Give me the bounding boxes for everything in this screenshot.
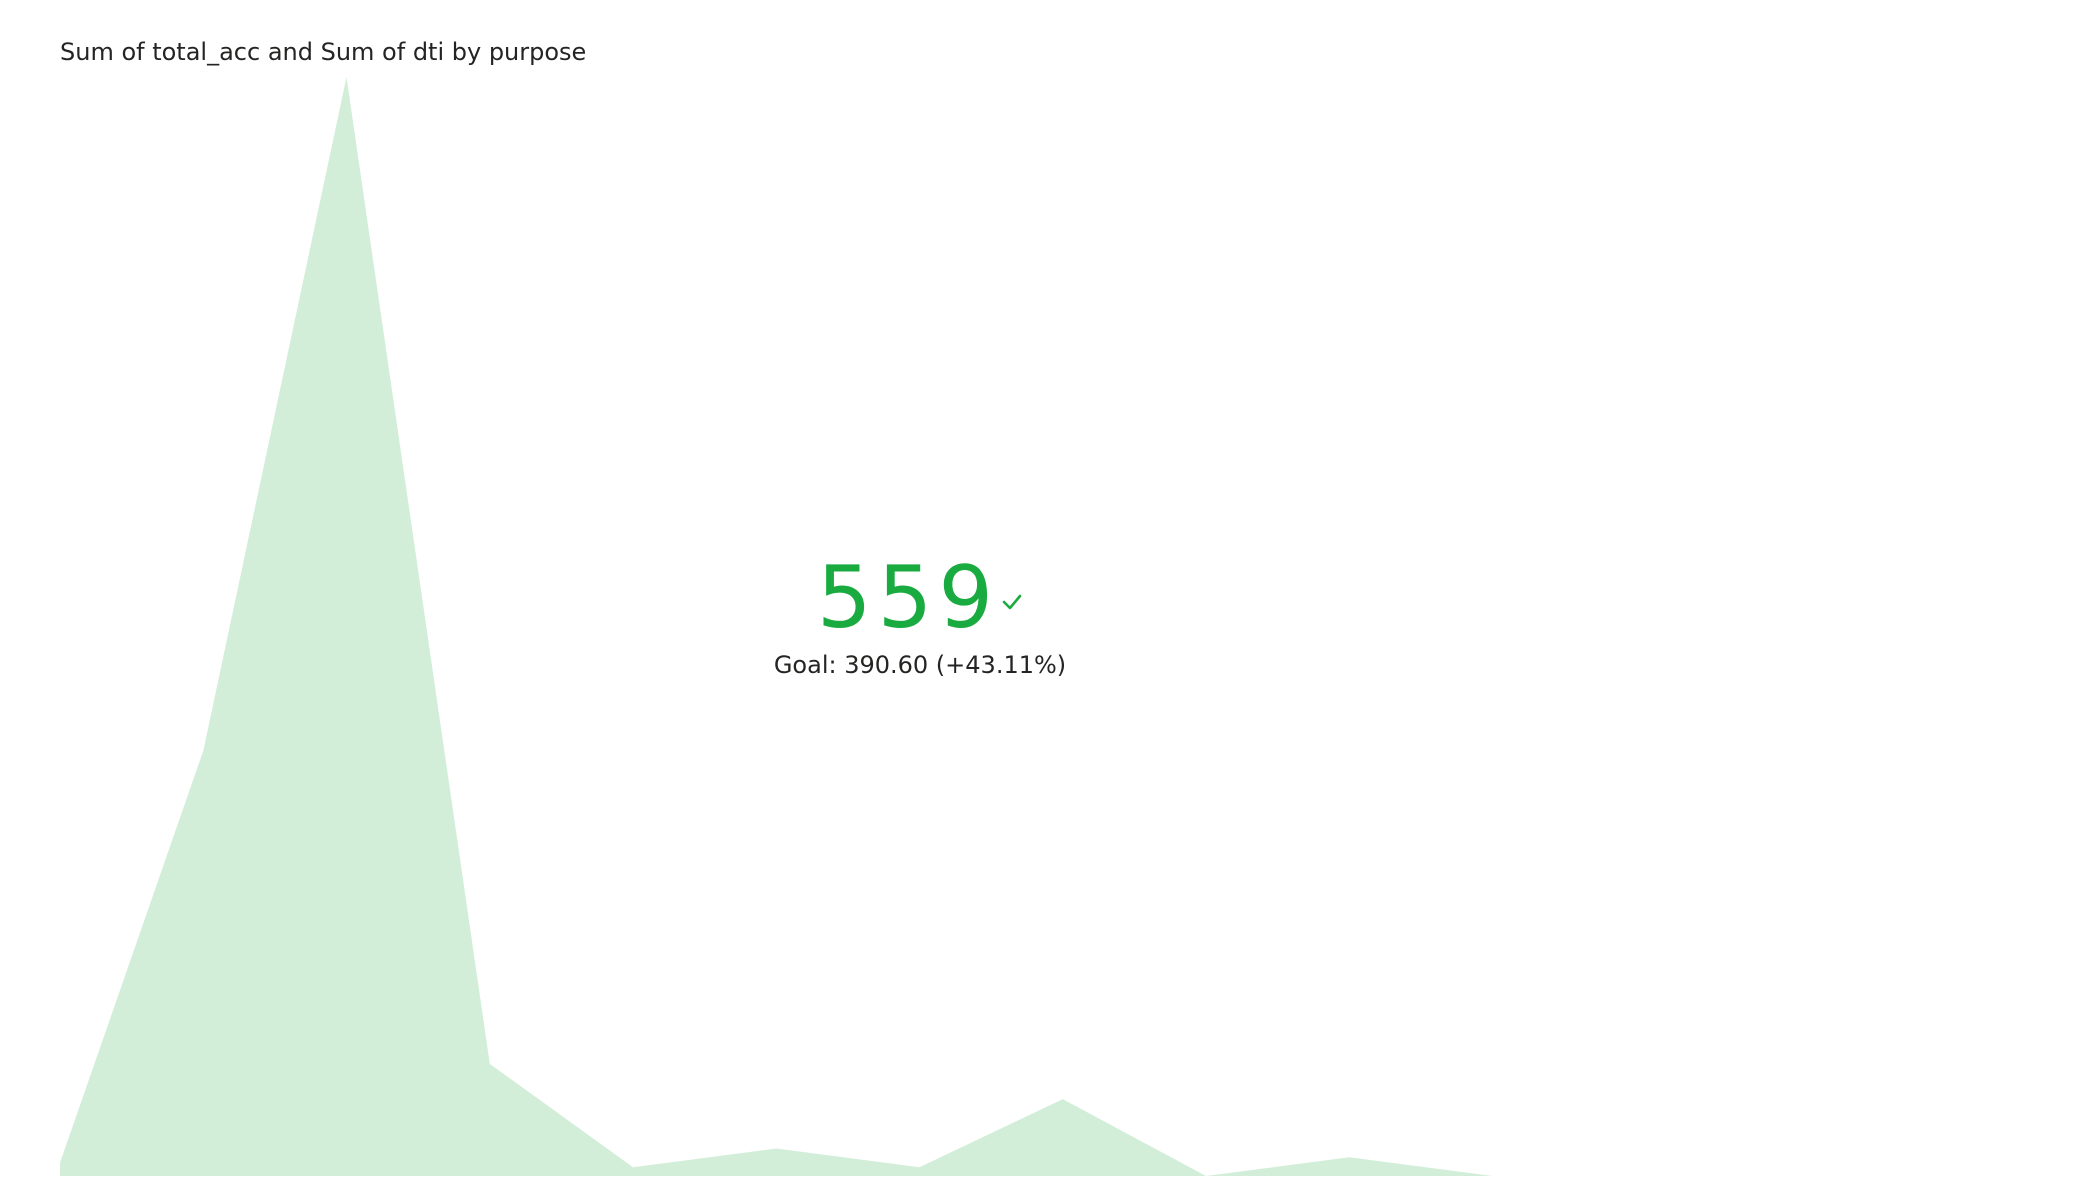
kpi-visual: Sum of total_acc and Sum of dti by purpo… bbox=[0, 0, 2075, 1200]
checkmark-icon bbox=[1002, 594, 1022, 610]
kpi-value-row: 559 bbox=[760, 555, 1080, 641]
chart-title: Sum of total_acc and Sum of dti by purpo… bbox=[60, 38, 587, 66]
kpi-value: 559 bbox=[816, 548, 1000, 648]
kpi-goal: Goal: 390.60 (+43.11%) bbox=[773, 651, 1067, 679]
kpi-indicator: 559 Goal: 390.60 (+43.11%) bbox=[760, 555, 1080, 679]
